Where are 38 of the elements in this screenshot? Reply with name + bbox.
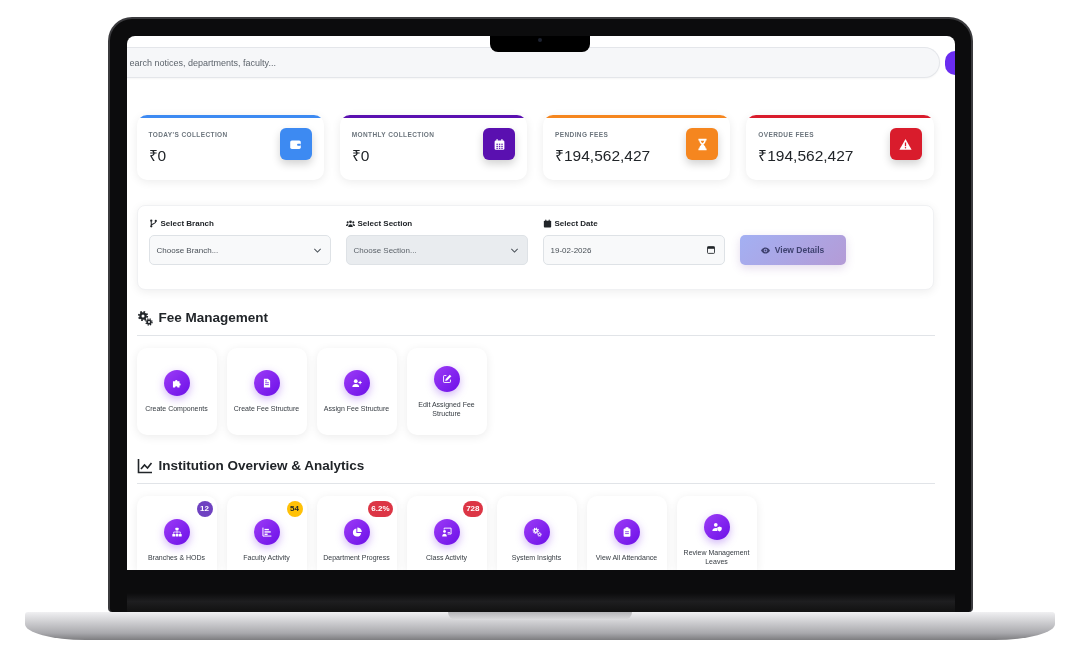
stat-value: ₹0 (148, 147, 167, 165)
stat-value: ₹194,562,427 (758, 147, 854, 165)
count-badge: 6.2% (368, 501, 393, 517)
puzzle-icon (163, 370, 190, 396)
user-plus-icon (343, 370, 370, 396)
sitemap-icon (163, 518, 190, 545)
count-badge: 12 (196, 501, 213, 517)
calendar-icon (542, 218, 552, 228)
gears-icon (136, 310, 153, 326)
count-badge: 728 (463, 501, 483, 517)
field-label: Select Section (357, 218, 413, 228)
edit-icon (433, 365, 460, 392)
select-field: Choose Section... (345, 235, 528, 265)
presentation-icon (433, 518, 460, 545)
calendar-icon (706, 246, 715, 254)
count-badge: 54 (286, 501, 303, 517)
chevron-down-icon (510, 247, 518, 253)
chevron-down-icon (313, 247, 321, 253)
gears-icon (523, 518, 550, 545)
users-icon (345, 218, 355, 228)
stat-value: ₹194,562,427 (555, 147, 651, 165)
avatar-icon[interactable] (944, 50, 955, 75)
branch-icon (148, 218, 158, 228)
section-heading: Institution Overview & Analytics (158, 457, 365, 475)
pie-chart-icon (343, 518, 370, 545)
document-icon (253, 370, 280, 396)
user-shield-icon (703, 514, 730, 540)
eye-icon (760, 246, 770, 254)
bar-chart-icon (253, 518, 280, 545)
clipboard-icon (613, 518, 640, 545)
section-heading: Fee Management (158, 309, 269, 327)
search-field[interactable]: earch notices, departments, faculty... (126, 47, 940, 78)
field-label: Select Date (554, 218, 598, 228)
stat-value: ₹0 (351, 147, 370, 165)
select-field[interactable]: Choose Branch... (148, 235, 331, 265)
date-field[interactable]: 19-02-2026 (542, 235, 725, 265)
field-label: Select Branch (160, 218, 214, 228)
line-chart-icon (136, 458, 153, 474)
